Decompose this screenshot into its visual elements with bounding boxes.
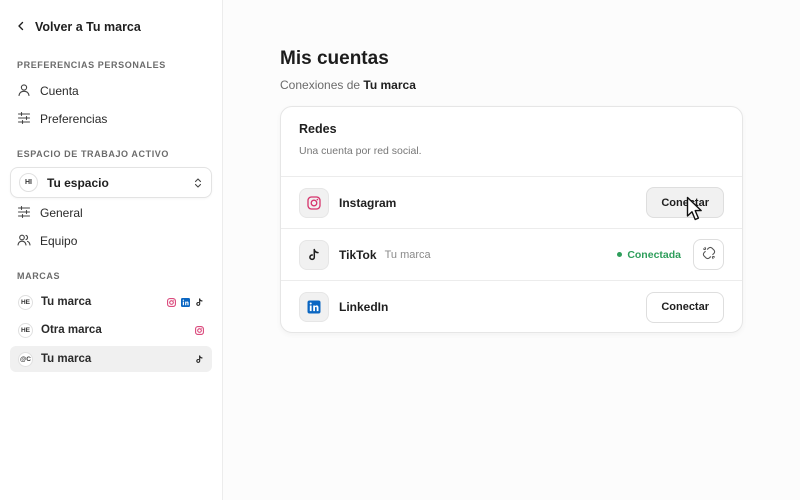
section-label-brands: MARCAS [17, 271, 61, 281]
instagram-icon [167, 297, 176, 307]
workspace-avatar: HI [19, 173, 38, 192]
section-label-personal: PREFERENCIAS PERSONALES [17, 60, 166, 70]
subtitle-prefix: Conexiones de [280, 78, 361, 92]
sidebar: Volver a Tu marca PREFERENCIAS PERSONALE… [0, 0, 223, 500]
brand-name: Tu marca [41, 353, 92, 365]
workspace-select[interactable]: HI Tu espacio [10, 167, 212, 198]
unlink-icon [702, 246, 716, 263]
status-label: Conectada [627, 248, 681, 261]
chevron-up-down-icon [193, 177, 203, 189]
tiktok-icon [299, 239, 329, 270]
sidebar-item-cuenta[interactable]: Cuenta [10, 78, 212, 104]
network-row-instagram: Instagram Conectar [281, 177, 742, 229]
sidebar-item-label: Equipo [40, 234, 78, 248]
chevron-left-icon [16, 20, 26, 34]
instagram-icon [195, 325, 204, 335]
workspace-name: Tu espacio [47, 175, 109, 190]
sidebar-brand-item[interactable]: HE Otra marca [10, 317, 212, 343]
page-title: Mis cuentas [280, 48, 389, 69]
linkedin-icon [181, 297, 190, 307]
connected-account: Tu marca [384, 248, 431, 261]
network-name: Instagram [339, 195, 397, 210]
brand-name: Tu marca [41, 296, 92, 308]
disconnect-tiktok-button[interactable] [693, 239, 724, 270]
networks-card: Redes Una cuenta por red social. Instagr… [280, 106, 743, 333]
brand-networks [195, 325, 204, 335]
instagram-icon [299, 187, 329, 218]
sidebar-item-equipo[interactable]: Equipo [10, 228, 212, 254]
users-icon [17, 233, 31, 250]
network-name: TikTok [339, 247, 377, 262]
page-subtitle: Conexiones de Tu marca [280, 78, 416, 92]
card-header: Redes Una cuenta por red social. [281, 107, 742, 177]
card-description: Una cuenta por red social. [299, 145, 422, 157]
user-icon [17, 83, 31, 100]
subtitle-brand: Tu marca [363, 78, 416, 92]
brand-avatar: HE [18, 322, 33, 338]
network-row-linkedin: LinkedIn Conectar [281, 281, 742, 332]
section-label-workspace: ESPACIO DE TRABAJO ACTIVO [17, 149, 170, 159]
connect-instagram-button[interactable]: Conectar [646, 187, 724, 218]
sidebar-brand-item[interactable]: HE Tu marca [10, 289, 212, 315]
brand-avatar: @C [18, 351, 33, 367]
brand-name: Otra marca [41, 324, 102, 336]
back-link-label: Volver a Tu marca [35, 20, 141, 34]
sliders-icon [17, 111, 31, 128]
sidebar-item-label: General [40, 206, 83, 220]
sidebar-item-general[interactable]: General [10, 200, 212, 226]
sidebar-brand-item-active[interactable]: @C Tu marca [10, 346, 212, 372]
status-dot [617, 252, 623, 257]
linkedin-icon [299, 292, 329, 322]
tiktok-icon [195, 297, 204, 307]
card-title: Redes [299, 122, 337, 136]
brand-networks [167, 297, 204, 307]
brand-networks [195, 354, 204, 364]
status-badge: Conectada [617, 249, 681, 261]
back-link[interactable]: Volver a Tu marca [16, 17, 141, 37]
tiktok-icon [195, 354, 204, 364]
connect-linkedin-button[interactable]: Conectar [646, 291, 724, 323]
sidebar-item-preferencias[interactable]: Preferencias [10, 106, 212, 132]
network-row-tiktok: TikTok Tu marca Conectada [281, 229, 742, 281]
sliders-icon [17, 205, 31, 222]
sidebar-item-label: Preferencias [40, 112, 108, 126]
sidebar-item-label: Cuenta [40, 84, 79, 98]
network-name: LinkedIn [339, 300, 389, 314]
brand-avatar: HE [18, 294, 33, 310]
